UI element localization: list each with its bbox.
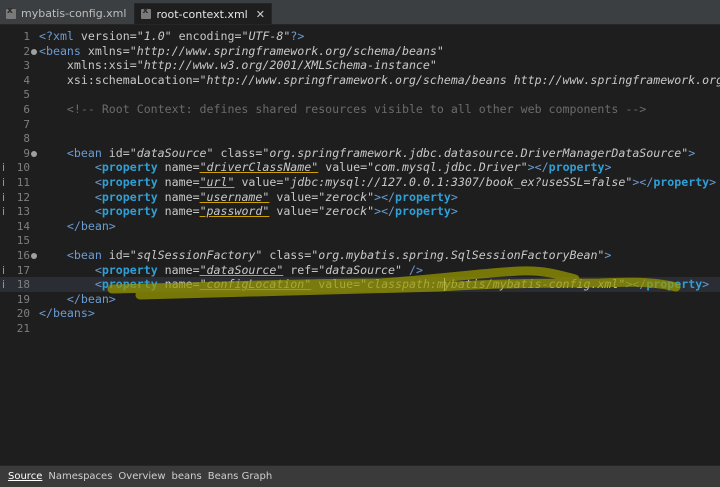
code-line[interactable]: 21 (0, 321, 720, 336)
code-line[interactable]: 20 </beans> (0, 306, 720, 321)
line-number: 8 (23, 132, 30, 146)
code-line[interactable]: 6 <!-- Root Context: defines shared reso… (0, 102, 720, 117)
editor-window: mybatis-config.xml root-context.xml ✕ 1 <… (0, 0, 720, 487)
code-text: <!-- Root Context: defines shared resour… (39, 102, 647, 116)
tab-mybatis-config[interactable]: mybatis-config.xml (0, 3, 133, 24)
line-number: 7 (23, 117, 30, 131)
info-marker-icon: i (2, 190, 6, 204)
line-number: 1 (23, 30, 30, 43)
code-text: <property name="dataSource" ref="dataSou… (94, 262, 423, 277)
code-line[interactable]: i 12 <property name="username" value="zer… (0, 190, 720, 205)
code-text: <bean id="dataSource" class="org.springf… (66, 145, 696, 160)
info-marker-icon: i (2, 263, 6, 277)
code-line[interactable]: i 11 <property name="url" value="jdbc:mys… (0, 175, 720, 190)
tab-beans-graph[interactable]: Beans Graph (208, 471, 273, 482)
code-line[interactable]: 1 <?xml version="1.0" encoding="UTF-8"?> (0, 29, 720, 44)
fold-toggle-icon[interactable] (31, 48, 37, 55)
code-text: xsi:schemaLocation="http://www.springfra… (39, 72, 720, 87)
info-marker-icon: i (2, 205, 6, 219)
line-number: 18 (16, 278, 30, 292)
code-line[interactable]: 16 <bean id="sqlSessionFactory" class="o… (0, 248, 720, 263)
code-text: <property name="configLocation" value="c… (94, 277, 710, 292)
line-number: 9 (23, 146, 30, 160)
tab-overview[interactable]: Overview (118, 471, 165, 482)
code-text: </bean> (66, 218, 116, 233)
tab-label: root-context.xml (156, 7, 248, 21)
code-line[interactable]: 2 <beans xmlns="http://www.springframewor… (0, 44, 720, 59)
fold-toggle-icon[interactable] (31, 150, 37, 157)
code-text: <property name="username" value="zerock"… (94, 189, 458, 204)
tab-namespaces[interactable]: Namespaces (48, 471, 112, 482)
info-marker-icon: i (2, 161, 6, 175)
info-marker-icon: i (2, 278, 6, 292)
xml-file-icon (6, 6, 16, 19)
code-text: </beans> (39, 306, 95, 321)
code-text: <beans xmlns="http://www.springframework… (39, 43, 444, 58)
code-line[interactable]: 8 (0, 131, 720, 146)
code-text: xmlns:xsi="http://www.w3.org/2001/XMLSch… (39, 58, 437, 73)
bottom-tab-bar: Source Namespaces Overview beans Beans G… (0, 465, 720, 487)
xml-file-icon (141, 6, 152, 19)
code-line[interactable]: 4 xsi:schemaLocation="http://www.springf… (0, 73, 720, 88)
line-number: 3 (23, 59, 30, 73)
code-text: </bean> (66, 291, 116, 306)
line-number: 15 (16, 234, 30, 248)
info-marker-icon: i (2, 176, 6, 189)
text-caret (444, 278, 445, 292)
editor-tab-bar: mybatis-config.xml root-context.xml ✕ (0, 0, 720, 25)
code-line[interactable]: i 18 <property name="configLocation" valu… (0, 277, 720, 293)
line-number: 5 (23, 88, 30, 102)
line-number: 19 (16, 292, 30, 306)
fold-toggle-icon[interactable] (31, 253, 37, 259)
line-number: 12 (16, 190, 30, 204)
line-number: 21 (16, 322, 30, 335)
code-line[interactable]: 15 (0, 233, 720, 248)
code-text: <?xml version="1.0" encoding="UTF-8"?> (39, 29, 305, 43)
tab-root-context[interactable]: root-context.xml ✕ (134, 3, 272, 24)
code-line[interactable]: 7 (0, 117, 720, 132)
tab-label: mybatis-config.xml (21, 7, 127, 20)
line-number: 10 (16, 161, 30, 175)
code-line[interactable]: i 10 <property name="driverClassName" val… (0, 160, 720, 175)
code-text: <bean id="sqlSessionFactory" class="org.… (66, 248, 612, 262)
line-number: 16 (16, 249, 30, 262)
tab-source[interactable]: Source (8, 471, 42, 482)
line-number: 2 (23, 44, 30, 58)
line-number: 6 (23, 103, 30, 116)
line-number: 11 (16, 176, 30, 189)
code-line[interactable]: i 17 <property name="dataSource" ref="dat… (0, 263, 720, 278)
code-text: <property name="url" value="jdbc:mysql:/… (94, 175, 717, 189)
code-editor[interactable]: 1 <?xml version="1.0" encoding="UTF-8"?> 2… (0, 25, 720, 464)
line-number: 4 (23, 73, 30, 87)
tab-beans[interactable]: beans (172, 471, 202, 482)
code-line[interactable]: i 13 <property name="password" value="zer… (0, 204, 720, 219)
close-icon[interactable]: ✕ (256, 8, 265, 21)
code-line[interactable]: 5 (0, 87, 720, 102)
line-number: 17 (16, 263, 30, 277)
code-line[interactable]: 3 xmlns:xsi="http://www.w3.org/2001/XMLS… (0, 58, 720, 73)
code-line[interactable]: 19 </bean> (0, 292, 720, 307)
line-number: 13 (16, 205, 30, 219)
code-text: <property name="driverClassName" value="… (94, 160, 612, 175)
line-number: 14 (16, 219, 30, 233)
code-line[interactable]: 9 <bean id="dataSource" class="org.sprin… (0, 146, 720, 161)
code-line[interactable]: 14 </bean> (0, 219, 720, 234)
line-number: 20 (16, 307, 30, 321)
code-text: <property name="password" value="zerock"… (94, 204, 458, 219)
